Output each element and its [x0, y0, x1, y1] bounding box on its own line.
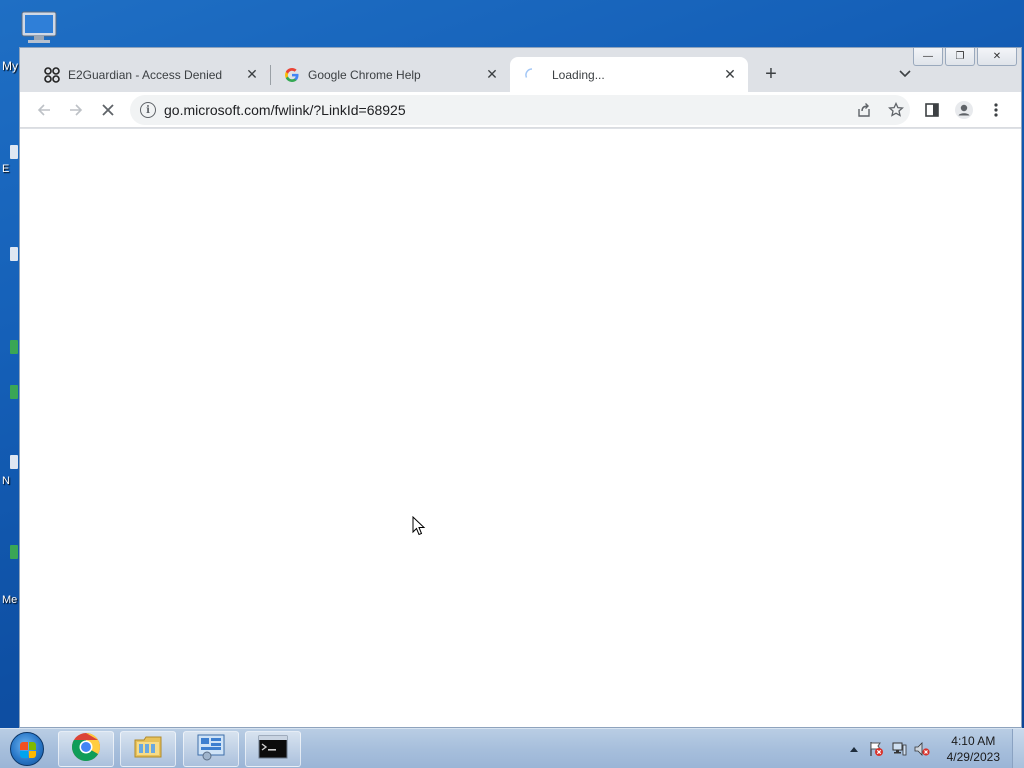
new-tab-button[interactable]: +: [758, 61, 784, 87]
desktop-icon-partial[interactable]: [10, 455, 18, 469]
taskbar-clock[interactable]: 4:10 AM 4/29/2023: [947, 733, 1000, 765]
restore-button[interactable]: ❐: [945, 48, 975, 66]
stop-loading-icon[interactable]: [94, 96, 122, 124]
close-window-button[interactable]: ✕: [977, 48, 1017, 66]
show-desktop-button[interactable]: [1012, 729, 1024, 768]
tab-title: Loading...: [552, 67, 605, 82]
volume-muted-icon[interactable]: [914, 741, 930, 757]
tab-strip: E2Guardian - Access Denied ✕ Google Chro…: [20, 48, 1021, 92]
tab-close-icon[interactable]: ✕: [244, 66, 260, 83]
tab-loading[interactable]: Loading... ✕: [510, 57, 748, 92]
page-content[interactable]: [20, 129, 1021, 727]
desktop-icon-partial[interactable]: [10, 340, 18, 354]
windows-logo-icon: [10, 732, 44, 766]
taskbar: 4:10 AM 4/29/2023: [0, 728, 1024, 768]
chrome-window: E2Guardian - Access Denied ✕ Google Chro…: [19, 47, 1022, 728]
profile-avatar-icon[interactable]: [950, 96, 978, 124]
computer-icon[interactable]: [18, 10, 62, 46]
site-info-icon[interactable]: i: [140, 102, 156, 118]
desktop-icon-partial[interactable]: [10, 247, 18, 261]
address-bar[interactable]: i go.microsoft.com/fwlink/?LinkId=68925: [130, 95, 910, 125]
window-controls: — ❐ ✕: [911, 48, 1017, 66]
mouse-cursor-icon: [412, 515, 426, 541]
clock-date: 4/29/2023: [946, 750, 1000, 764]
chrome-icon: [71, 732, 101, 767]
desktop-label-2: E: [2, 163, 10, 175]
desktop-label-4: Me: [2, 594, 18, 606]
control-panel-icon: [196, 733, 226, 766]
taskbar-cmd-button[interactable]: [245, 731, 301, 767]
minimize-button[interactable]: —: [913, 48, 943, 66]
file-explorer-icon: [133, 734, 163, 765]
tab-close-icon[interactable]: ✕: [484, 66, 500, 83]
tab-title: Google Chrome Help: [308, 67, 421, 82]
system-tray: 4:10 AM 4/29/2023: [824, 729, 1024, 768]
desktop-label-3: N: [2, 475, 10, 487]
start-button[interactable]: [4, 730, 50, 768]
share-icon[interactable]: [850, 95, 878, 125]
network-icon[interactable]: [891, 741, 907, 757]
loading-spinner-icon: [524, 67, 540, 83]
bookmark-star-icon[interactable]: [882, 95, 910, 125]
desktop: My E N Me: [0, 0, 57, 728]
desktop-icon-partial[interactable]: [10, 385, 18, 399]
tab-close-icon[interactable]: ✕: [722, 66, 738, 83]
browser-toolbar: i go.microsoft.com/fwlink/?LinkId=68925: [20, 92, 1021, 128]
clock-time: 4:10 AM: [951, 734, 996, 748]
desktop-icon-partial[interactable]: [10, 145, 18, 159]
url-text[interactable]: go.microsoft.com/fwlink/?LinkId=68925: [164, 102, 910, 118]
command-prompt-icon: [258, 735, 288, 764]
tab-google-chrome-help[interactable]: Google Chrome Help ✕: [270, 57, 510, 92]
desktop-label-computer: My: [2, 59, 18, 73]
show-hidden-icons-icon[interactable]: [846, 741, 862, 757]
forward-arrow-icon[interactable]: [62, 96, 90, 124]
taskbar-control-panel-button[interactable]: [183, 731, 239, 767]
tab-e2guardian[interactable]: E2Guardian - Access Denied ✕: [30, 57, 270, 92]
tab-title: E2Guardian - Access Denied: [68, 67, 223, 82]
back-arrow-icon[interactable]: [30, 96, 58, 124]
e2guardian-icon: [44, 66, 60, 83]
action-center-flag-icon[interactable]: [868, 741, 884, 757]
taskbar-chrome-button[interactable]: [58, 731, 114, 767]
desktop-icon-partial[interactable]: [10, 545, 18, 559]
side-panel-icon[interactable]: [918, 96, 946, 124]
google-g-icon: [284, 67, 300, 83]
menu-kebab-icon[interactable]: [982, 96, 1010, 124]
taskbar-explorer-button[interactable]: [120, 731, 176, 767]
